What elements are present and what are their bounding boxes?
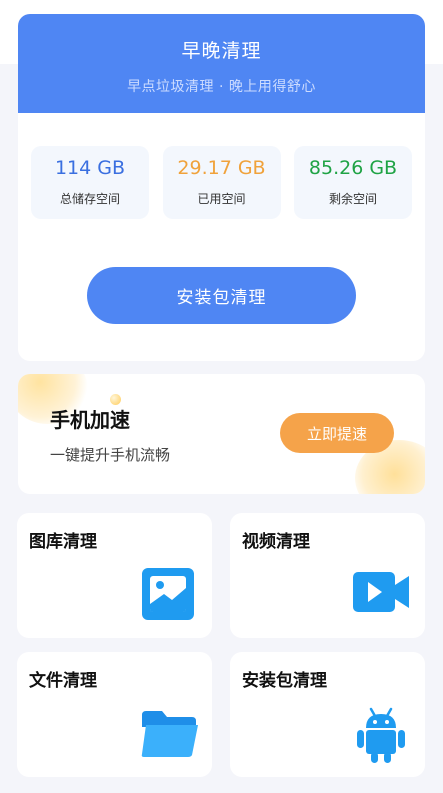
phone-speedup-card[interactable]: 手机加速 一键提升手机流畅 立即提速 — [18, 374, 425, 494]
stat-free-label: 剩余空间 — [328, 192, 377, 206]
stat-used-storage: 29.17 GB 已用空间 — [162, 146, 281, 219]
page-title: 早晚清理 — [181, 40, 262, 62]
speed-up-now-button[interactable]: 立即提速 — [280, 413, 394, 453]
tile-gallery-clean[interactable]: 图库清理 — [17, 513, 212, 638]
tile-label: 图库清理 — [29, 532, 97, 552]
folder-icon — [141, 711, 198, 757]
tile-label: 视频清理 — [242, 532, 310, 552]
video-icon — [353, 572, 409, 612]
speedup-title: 手机加速 — [50, 408, 130, 432]
tile-label: 安装包清理 — [242, 671, 327, 691]
storage-header: 早晚清理 早点垃圾清理 · 晚上用得舒心 — [18, 14, 425, 113]
gallery-icon — [142, 568, 194, 620]
storage-card: 早晚清理 早点垃圾清理 · 晚上用得舒心 114 GB 总储存空间 29.17 … — [18, 14, 425, 361]
stat-total-value: 114 GB — [54, 157, 126, 179]
tile-file-clean[interactable]: 文件清理 — [17, 652, 212, 777]
storage-stats: 114 GB 总储存空间 29.17 GB 已用空间 85.26 GB 剩余空间 — [31, 146, 412, 219]
install-package-clean-button[interactable]: 安装包清理 — [87, 267, 356, 324]
stat-used-value: 29.17 GB — [177, 157, 266, 179]
speedup-subtitle: 一键提升手机流畅 — [50, 446, 171, 464]
page-subtitle: 早点垃圾清理 · 晚上用得舒心 — [127, 79, 316, 95]
stat-total-storage: 114 GB 总储存空间 — [31, 146, 149, 219]
stat-used-label: 已用空间 — [197, 192, 246, 206]
tile-label: 文件清理 — [29, 671, 97, 691]
tile-install-package-clean[interactable]: 安装包清理 — [230, 652, 425, 777]
stat-free-value: 85.26 GB — [308, 157, 398, 179]
stat-total-label: 总储存空间 — [59, 192, 120, 206]
stat-free-storage: 85.26 GB 剩余空间 — [294, 146, 412, 219]
android-icon — [357, 707, 405, 763]
tile-video-clean[interactable]: 视频清理 — [230, 513, 425, 638]
